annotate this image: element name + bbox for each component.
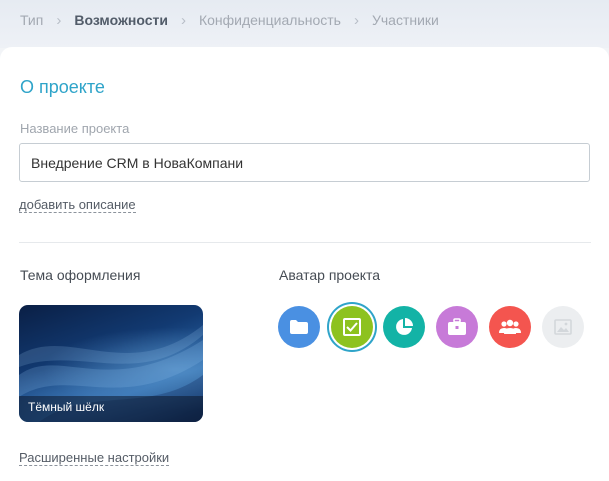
section-title: О проекте bbox=[20, 77, 105, 97]
briefcase-icon bbox=[448, 318, 466, 335]
breadcrumb: Тип › Возможности › Конфиденциальность ›… bbox=[20, 12, 439, 28]
avatar-option-upload-image[interactable] bbox=[542, 306, 584, 348]
chevron-right-icon: › bbox=[353, 11, 359, 29]
divider bbox=[19, 242, 591, 243]
theme-preview-tile[interactable]: Тёмный шёлк bbox=[19, 305, 203, 422]
breadcrumb-step-privacy[interactable]: Конфиденциальность bbox=[199, 12, 341, 28]
avatar-option-chart[interactable] bbox=[383, 306, 425, 348]
folder-icon bbox=[290, 320, 308, 334]
avatar-label: Аватар проекта bbox=[279, 267, 381, 283]
avatar-option-checklist[interactable] bbox=[331, 306, 373, 348]
checklist-icon bbox=[343, 318, 361, 336]
avatar-option-group[interactable] bbox=[489, 306, 531, 348]
wizard-header: Тип › Возможности › Конфиденциальность ›… bbox=[0, 0, 609, 48]
breadcrumb-step-features[interactable]: Возможности bbox=[74, 12, 168, 28]
theme-label: Тема оформления bbox=[20, 267, 141, 283]
project-settings-card: О проекте Название проекта добавить опис… bbox=[0, 47, 609, 481]
avatar-options bbox=[278, 306, 588, 350]
project-name-input[interactable] bbox=[19, 143, 590, 182]
avatar-option-folder[interactable] bbox=[278, 306, 320, 348]
advanced-settings-link[interactable]: Расширенные настройки bbox=[19, 450, 170, 466]
group-icon bbox=[499, 319, 521, 334]
project-name-label: Название проекта bbox=[20, 121, 130, 136]
chevron-right-icon: › bbox=[56, 11, 62, 29]
add-description-link[interactable]: добавить описание bbox=[19, 197, 136, 213]
theme-name: Тёмный шёлк bbox=[28, 400, 105, 414]
image-icon bbox=[554, 319, 572, 335]
breadcrumb-step-type[interactable]: Тип bbox=[20, 12, 43, 28]
pie-chart-icon bbox=[396, 318, 413, 335]
breadcrumb-step-members[interactable]: Участники bbox=[372, 12, 439, 28]
chevron-right-icon: › bbox=[180, 11, 186, 29]
avatar-option-briefcase[interactable] bbox=[436, 306, 478, 348]
